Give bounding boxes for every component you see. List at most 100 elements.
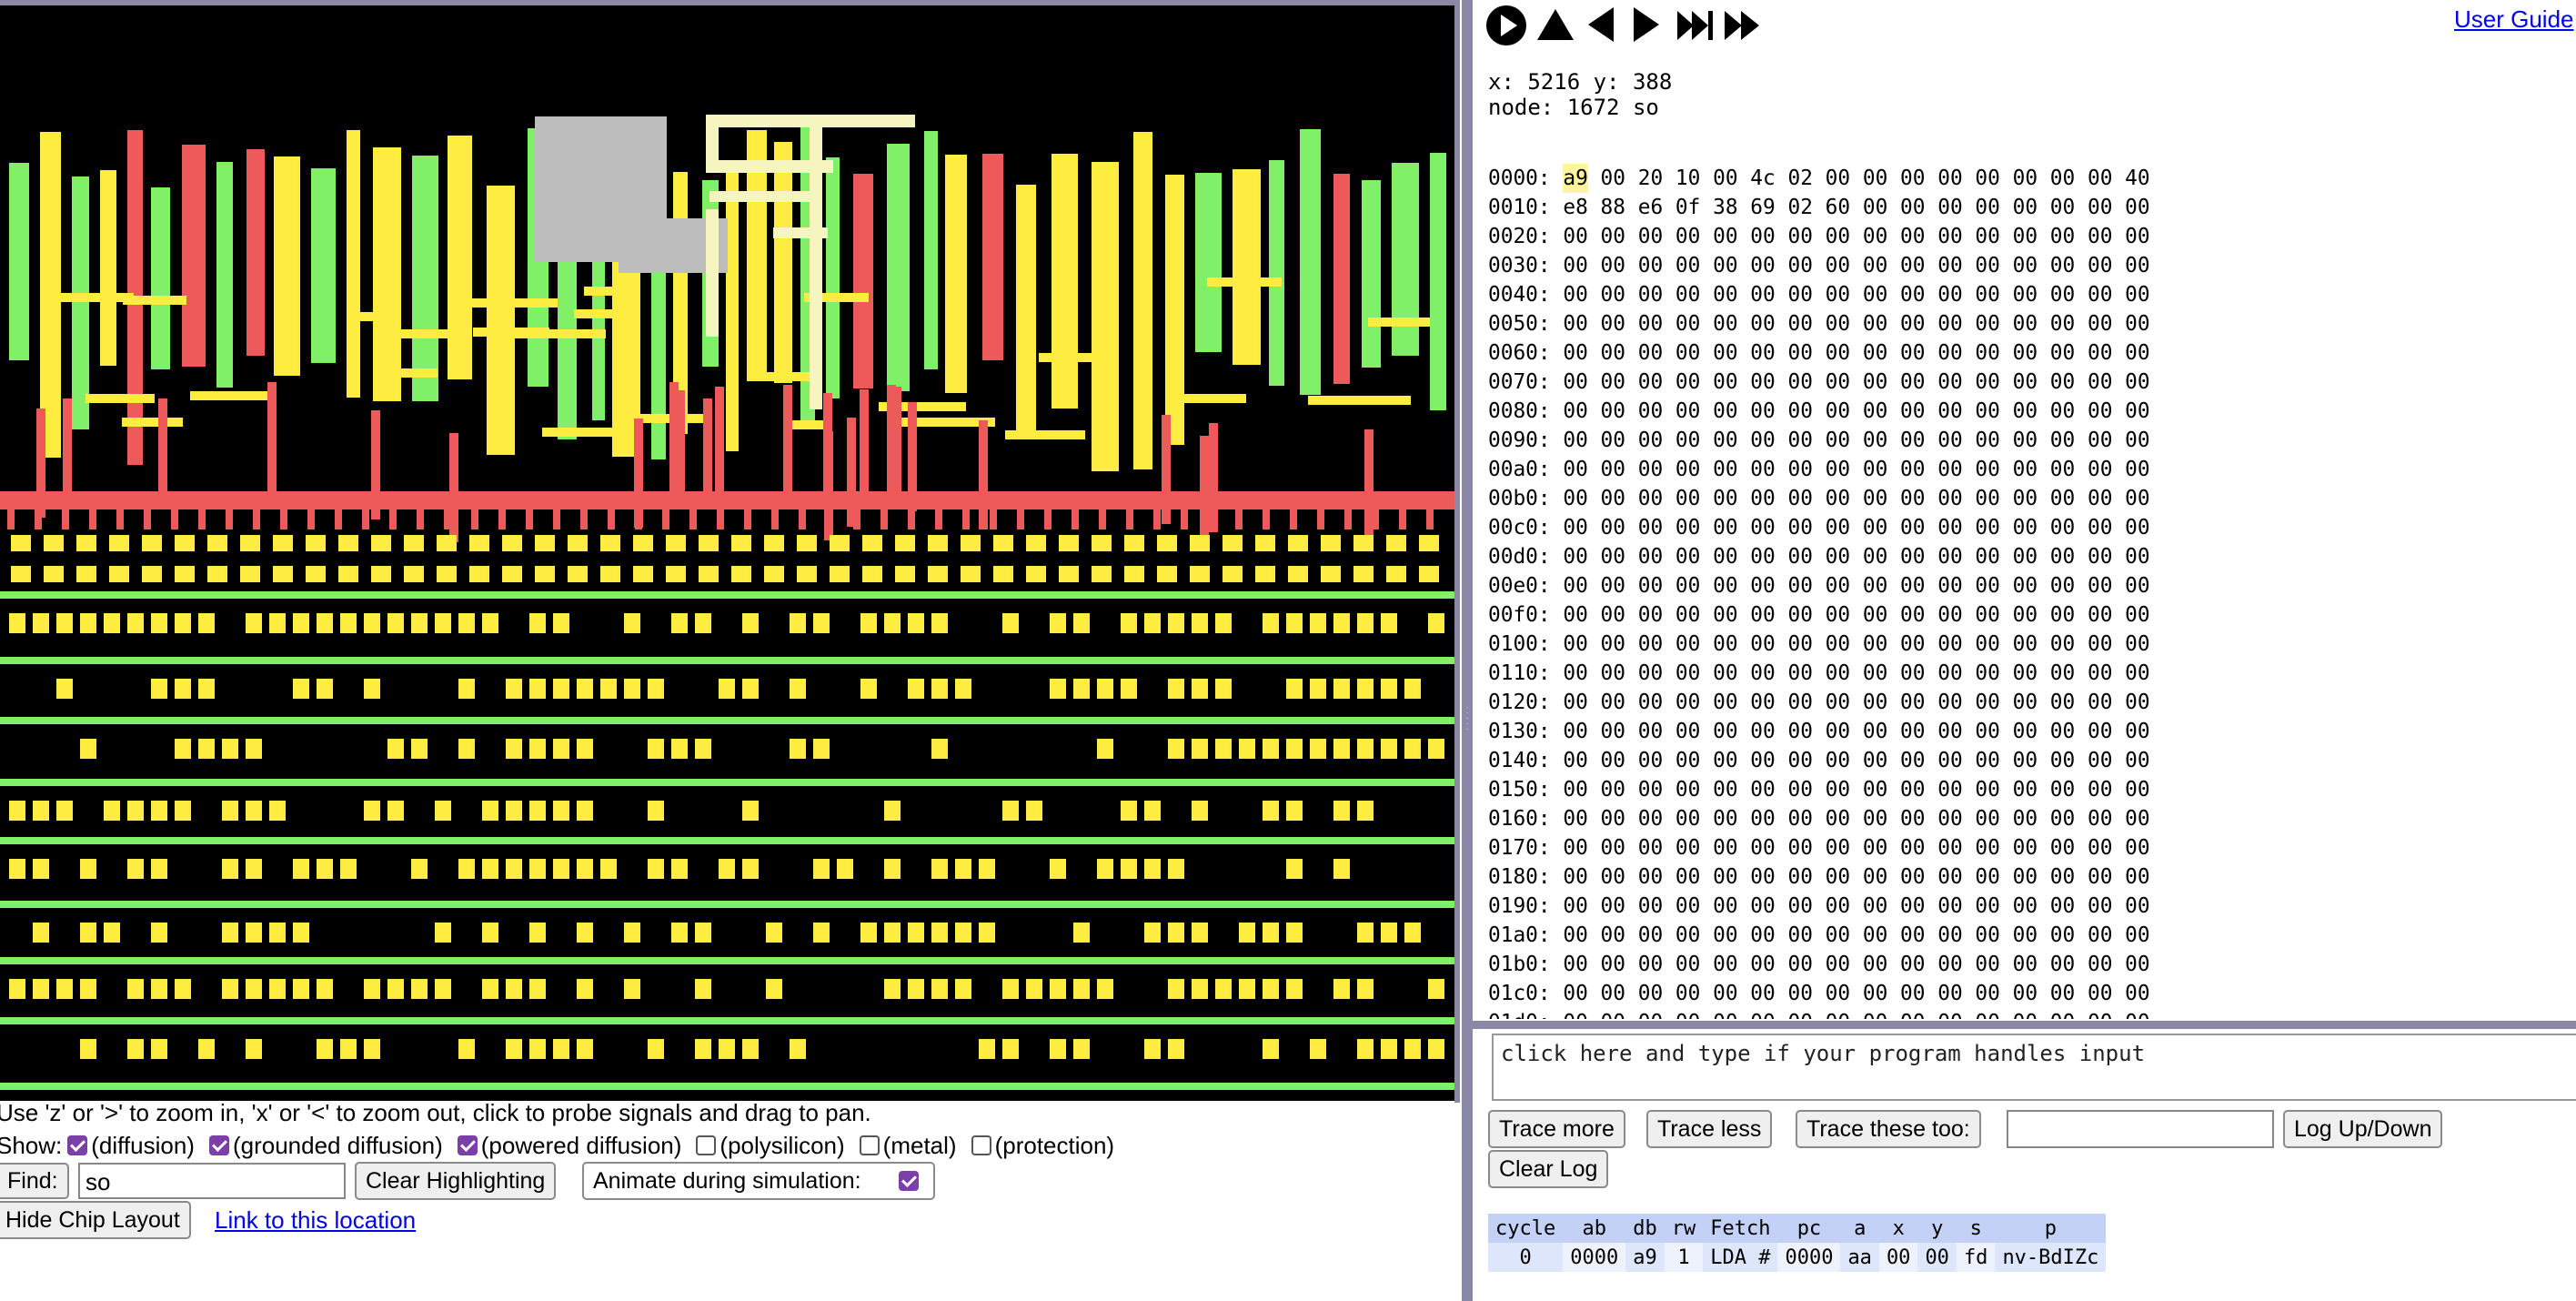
memory-byte[interactable]: 00: [1675, 222, 1700, 251]
memory-byte[interactable]: 00: [1863, 717, 1887, 746]
memory-byte[interactable]: 00: [1713, 484, 1737, 513]
memory-byte[interactable]: 00: [1787, 630, 1812, 659]
ground-bus-tooth[interactable]: [198, 509, 206, 529]
ground-bus-tooth[interactable]: [689, 509, 697, 529]
powered-contact[interactable]: [127, 613, 144, 633]
memory-byte[interactable]: 00: [1787, 833, 1812, 862]
powered-contact[interactable]: [1168, 739, 1184, 759]
memory-byte[interactable]: 00: [1713, 659, 1737, 688]
powered-contact[interactable]: [387, 801, 404, 821]
ground-bus-tooth[interactable]: [498, 509, 506, 529]
diffusion-wire[interactable]: [86, 394, 155, 403]
memory-byte[interactable]: 00: [2050, 338, 2075, 368]
powered-contact[interactable]: [648, 679, 664, 699]
powered-contact[interactable]: [1310, 739, 1326, 759]
memory-byte[interactable]: 00: [2013, 542, 2038, 571]
memory-byte[interactable]: 00: [1937, 338, 1962, 368]
memory-byte[interactable]: 00: [2088, 659, 2112, 688]
memory-byte[interactable]: 00: [2088, 979, 2112, 1008]
memory-byte[interactable]: 00: [2125, 600, 2149, 630]
memory-byte[interactable]: 00: [1601, 251, 1625, 280]
memory-byte[interactable]: 00: [2088, 862, 2112, 892]
memory-byte[interactable]: 00: [1601, 862, 1625, 892]
memory-byte[interactable]: 00: [2088, 193, 2112, 222]
memory-byte[interactable]: 00: [1975, 484, 1999, 513]
powered-contact[interactable]: [908, 679, 924, 699]
memory-byte[interactable]: 00: [1937, 251, 1962, 280]
memory-byte[interactable]: 00: [1826, 426, 1850, 455]
memory-byte[interactable]: 00: [1826, 862, 1850, 892]
powered-contact[interactable]: [127, 979, 144, 999]
memory-byte[interactable]: 00: [1787, 979, 1812, 1008]
memory-byte[interactable]: 00: [1750, 368, 1775, 397]
powered-contact[interactable]: [1357, 739, 1374, 759]
ground-feeder[interactable]: [449, 433, 458, 542]
memory-byte[interactable]: 00: [1713, 746, 1737, 775]
memory-byte[interactable]: 00: [2125, 455, 2149, 484]
memory-byte[interactable]: 00: [1750, 833, 1775, 862]
diffusion-stripe[interactable]: [182, 145, 206, 367]
memory-byte[interactable]: 00: [1638, 659, 1663, 688]
memory-byte[interactable]: 00: [1937, 746, 1962, 775]
powered-contact[interactable]: [1357, 801, 1374, 821]
ground-feeder[interactable]: [1200, 436, 1209, 545]
powered-pad[interactable]: [666, 535, 686, 551]
powered-contact[interactable]: [175, 679, 191, 699]
powered-contact[interactable]: [884, 979, 901, 999]
memory-byte[interactable]: 00: [1787, 309, 1812, 338]
powered-pad[interactable]: [568, 566, 588, 582]
powered-pad[interactable]: [76, 535, 96, 551]
powered-contact[interactable]: [624, 923, 640, 943]
memory-byte[interactable]: 00: [1563, 542, 1587, 571]
memory-byte[interactable]: 00: [2013, 950, 2038, 979]
powered-contact[interactable]: [175, 979, 191, 999]
memory-byte[interactable]: 00: [2050, 484, 2075, 513]
powered-contact[interactable]: [435, 979, 451, 999]
memory-byte[interactable]: 00: [1826, 251, 1850, 280]
memory-byte[interactable]: 00: [1863, 862, 1887, 892]
powered-contact[interactable]: [198, 679, 215, 699]
powered-pad[interactable]: [1223, 535, 1243, 551]
log-updown-button[interactable]: Log Up/Down: [2283, 1110, 2443, 1148]
memory-byte[interactable]: 00: [2013, 397, 2038, 426]
highlighted-wire[interactable]: [773, 227, 828, 238]
powered-pad[interactable]: [830, 535, 850, 551]
memory-byte[interactable]: 00: [1750, 921, 1775, 950]
memory-byte[interactable]: 00: [1900, 309, 1925, 338]
memory-byte[interactable]: 00: [1937, 513, 1962, 542]
memory-byte[interactable]: 00: [2125, 513, 2149, 542]
memory-byte[interactable]: 00: [1713, 542, 1737, 571]
ground-feeder[interactable]: [36, 408, 45, 518]
ground-bus-tooth[interactable]: [1153, 509, 1161, 529]
powered-contact[interactable]: [1333, 739, 1350, 759]
powered-contact[interactable]: [648, 739, 664, 759]
diffusion-wire[interactable]: [1308, 396, 1411, 405]
memory-byte[interactable]: 00: [1638, 862, 1663, 892]
powered-contact[interactable]: [1192, 679, 1208, 699]
memory-byte[interactable]: 00: [1675, 659, 1700, 688]
memory-byte[interactable]: 00: [1975, 862, 1999, 892]
powered-contact[interactable]: [529, 679, 546, 699]
memory-byte[interactable]: 00: [1638, 280, 1663, 309]
powered-pad[interactable]: [273, 535, 293, 551]
diffusion-rail[interactable]: [0, 1083, 1455, 1090]
memory-byte[interactable]: 00: [1563, 630, 1587, 659]
powered-contact[interactable]: [766, 923, 782, 943]
memory-byte[interactable]: 00: [1713, 600, 1737, 630]
memory-byte[interactable]: 00: [1863, 368, 1887, 397]
powered-contact[interactable]: [293, 923, 309, 943]
powered-contact[interactable]: [1357, 979, 1374, 999]
powered-contact[interactable]: [56, 679, 73, 699]
memory-byte[interactable]: 00: [1713, 164, 1737, 193]
powered-contact[interactable]: [884, 923, 901, 943]
memory-byte[interactable]: e6: [1638, 193, 1663, 222]
powered-contact[interactable]: [1357, 613, 1374, 633]
powered-contact[interactable]: [1428, 613, 1444, 633]
memory-byte[interactable]: 00: [1638, 979, 1663, 1008]
memory-byte[interactable]: 00: [2125, 222, 2149, 251]
memory-byte[interactable]: 00: [1675, 804, 1700, 833]
powered-contact[interactable]: [1192, 739, 1208, 759]
powered-contact[interactable]: [742, 1039, 759, 1059]
powered-contact[interactable]: [529, 859, 546, 879]
powered-pad[interactable]: [600, 566, 620, 582]
